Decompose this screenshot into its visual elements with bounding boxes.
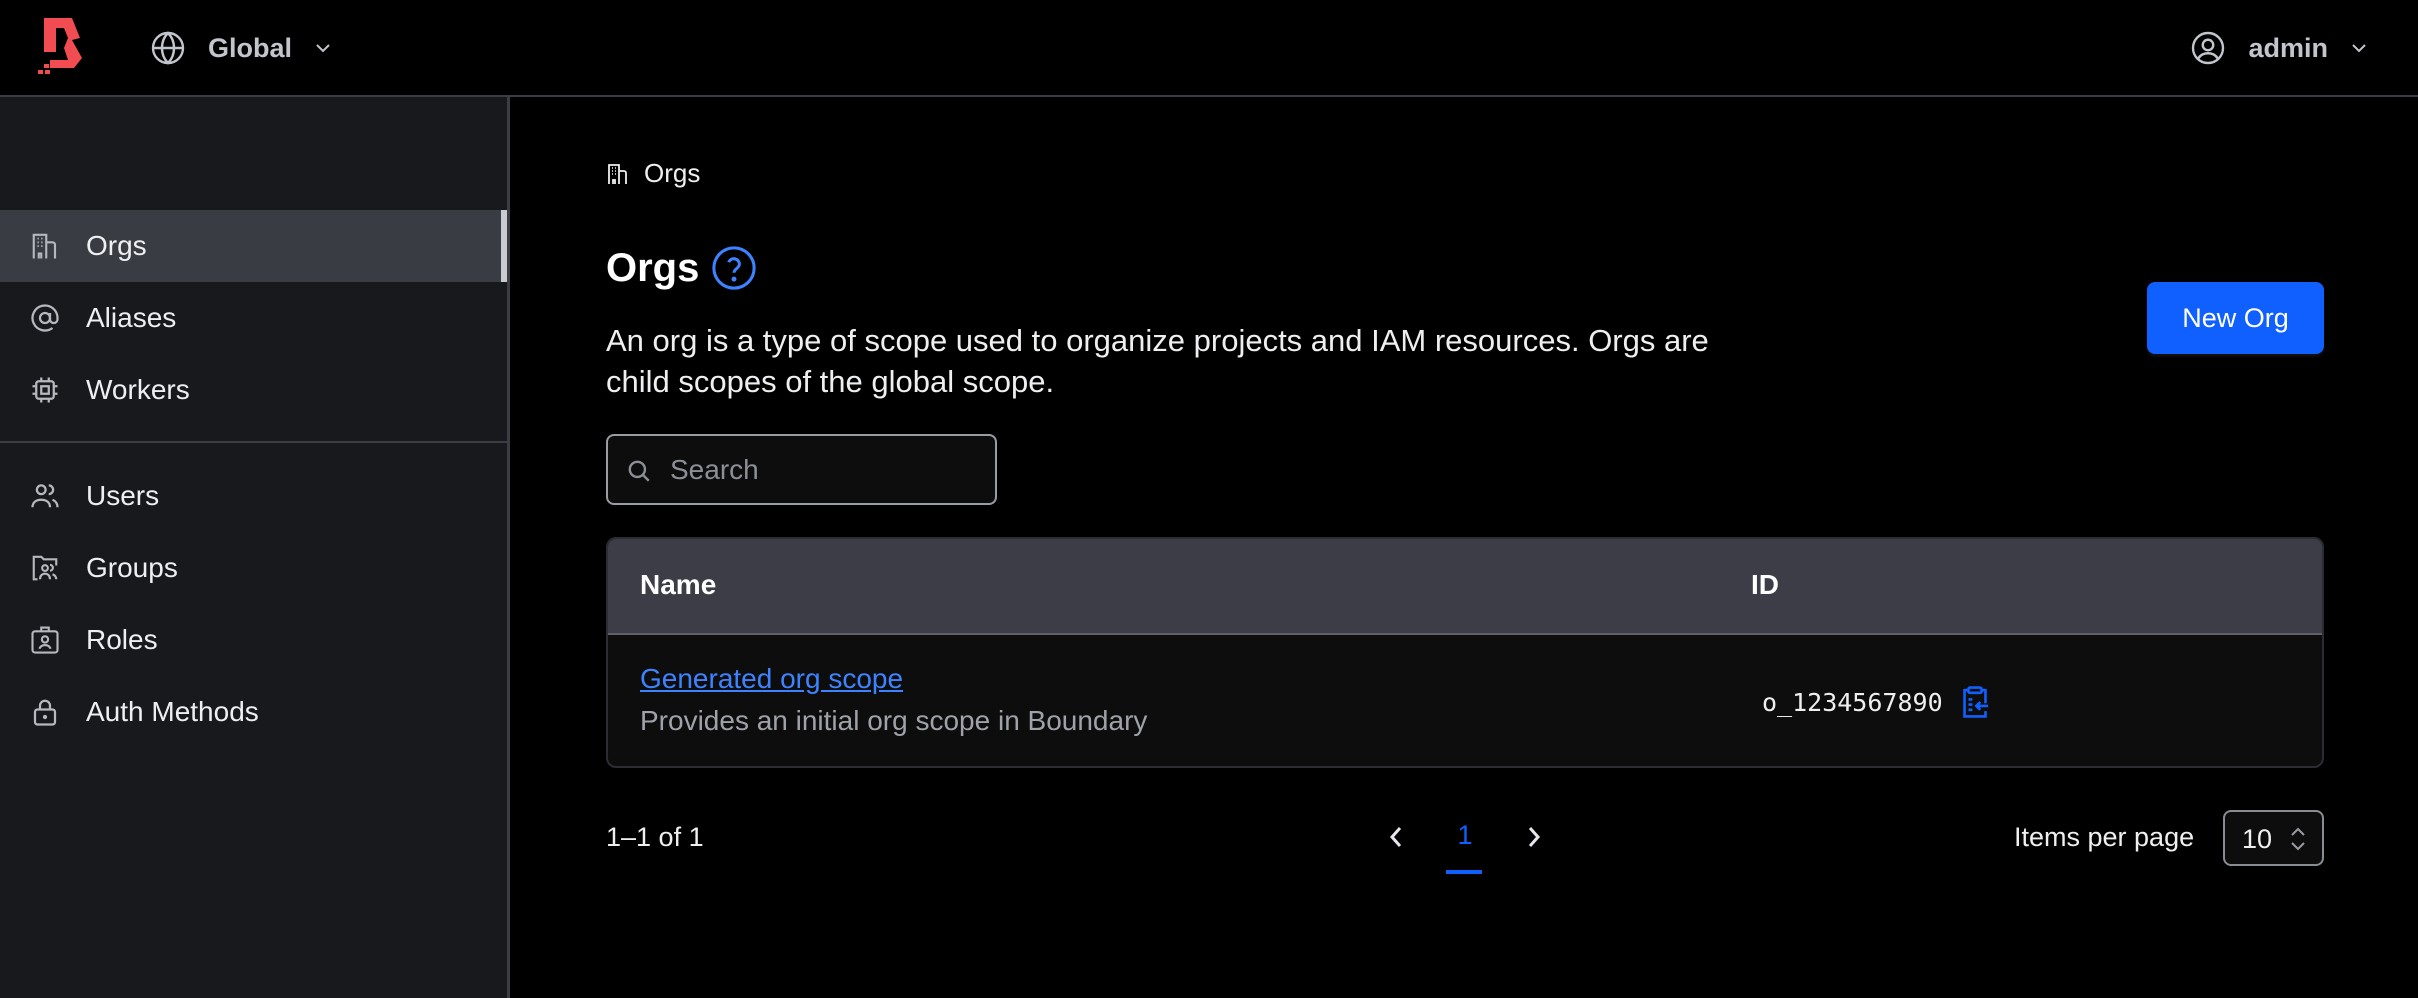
sidebar-item-orgs[interactable]: Orgs bbox=[0, 210, 507, 282]
search-input[interactable] bbox=[670, 436, 990, 503]
sidebar-item-workers[interactable]: Workers bbox=[0, 354, 507, 426]
users-icon bbox=[31, 484, 59, 508]
user-name: admin bbox=[2248, 32, 2328, 63]
breadcrumb-item-orgs[interactable]: Orgs bbox=[644, 158, 700, 189]
user-menu[interactable]: admin bbox=[2190, 24, 2368, 72]
sidebar-item-label: Orgs bbox=[86, 230, 147, 261]
user-circle-icon bbox=[2192, 31, 2225, 65]
org-id-cell: o_1234567890 bbox=[1762, 685, 1991, 719]
sidebar-item-label: Groups bbox=[86, 552, 178, 583]
page-title-text: Orgs bbox=[606, 245, 700, 290]
table-header: Name ID bbox=[608, 539, 2322, 635]
chevron-up-down-icon bbox=[2291, 827, 2305, 851]
sidebar-item-label: Workers bbox=[86, 374, 190, 405]
cpu-icon bbox=[32, 377, 58, 403]
pagination-summary: 1–1 of 1 bbox=[606, 822, 704, 852]
current-page-indicator bbox=[1446, 870, 1482, 874]
sidebar-item-label: Users bbox=[86, 480, 160, 511]
org-name-link[interactable]: Generated org scope bbox=[640, 663, 903, 695]
sidebar-item-aliases[interactable]: Aliases bbox=[0, 282, 507, 354]
lock-icon bbox=[33, 699, 57, 726]
sidebar: Orgs Aliases Workers Users Groups Roles bbox=[0, 97, 510, 998]
search-field[interactable] bbox=[606, 434, 997, 505]
column-header-name: Name bbox=[640, 569, 717, 600]
building-icon bbox=[32, 233, 57, 259]
page-title: Orgs bbox=[606, 245, 757, 291]
sidebar-item-groups[interactable]: Groups bbox=[0, 532, 507, 604]
chevron-down-icon bbox=[2352, 44, 2366, 53]
org-id: o_1234567890 bbox=[1762, 687, 1943, 717]
globe-icon bbox=[151, 31, 185, 65]
help-circle-icon[interactable] bbox=[711, 245, 757, 291]
top-bar: Global admin bbox=[0, 0, 2418, 97]
items-per-page-select[interactable]: 10 bbox=[2223, 810, 2324, 866]
chevron-right-icon[interactable] bbox=[1518, 815, 1550, 859]
sidebar-item-users[interactable]: Users bbox=[0, 460, 507, 532]
folder-users-icon bbox=[32, 555, 58, 581]
page-description: An org is a type of scope used to organi… bbox=[606, 323, 1709, 399]
sidebar-item-label: Aliases bbox=[86, 302, 177, 333]
column-header-id: ID bbox=[1751, 569, 1779, 600]
pagination-controls: 1 bbox=[1380, 815, 1550, 875]
table-row: Generated org scope Provides an initial … bbox=[608, 635, 2322, 766]
items-per-page-label: Items per page bbox=[2014, 822, 2195, 852]
sidebar-item-roles[interactable]: Roles bbox=[0, 604, 507, 676]
scope-switcher[interactable]: Global bbox=[150, 24, 332, 72]
boundary-logo[interactable] bbox=[38, 18, 86, 76]
breadcrumb: Orgs bbox=[606, 158, 700, 189]
id-badge-icon bbox=[31, 626, 59, 654]
sidebar-item-auth-methods[interactable]: Auth Methods bbox=[0, 676, 507, 748]
chevron-down-icon bbox=[316, 44, 330, 53]
chevron-left-icon[interactable] bbox=[1380, 815, 1412, 859]
page-number-current[interactable]: 1 bbox=[1446, 820, 1484, 851]
clipboard-copy-icon[interactable] bbox=[1959, 685, 1991, 719]
search-icon bbox=[628, 460, 650, 482]
sidebar-item-label: Auth Methods bbox=[86, 696, 259, 727]
org-description: Provides an initial org scope in Boundar… bbox=[640, 705, 1148, 736]
scope-label: Global bbox=[208, 32, 293, 63]
new-org-button[interactable]: New Org bbox=[2147, 282, 2324, 354]
items-per-page-value: 10 bbox=[2242, 824, 2273, 854]
orgs-table: Name ID Generated org scope Provides an … bbox=[606, 537, 2324, 768]
building-icon bbox=[608, 163, 627, 184]
sidebar-item-label: Roles bbox=[86, 624, 158, 655]
at-sign-icon bbox=[31, 304, 59, 332]
sidebar-divider bbox=[0, 441, 507, 443]
